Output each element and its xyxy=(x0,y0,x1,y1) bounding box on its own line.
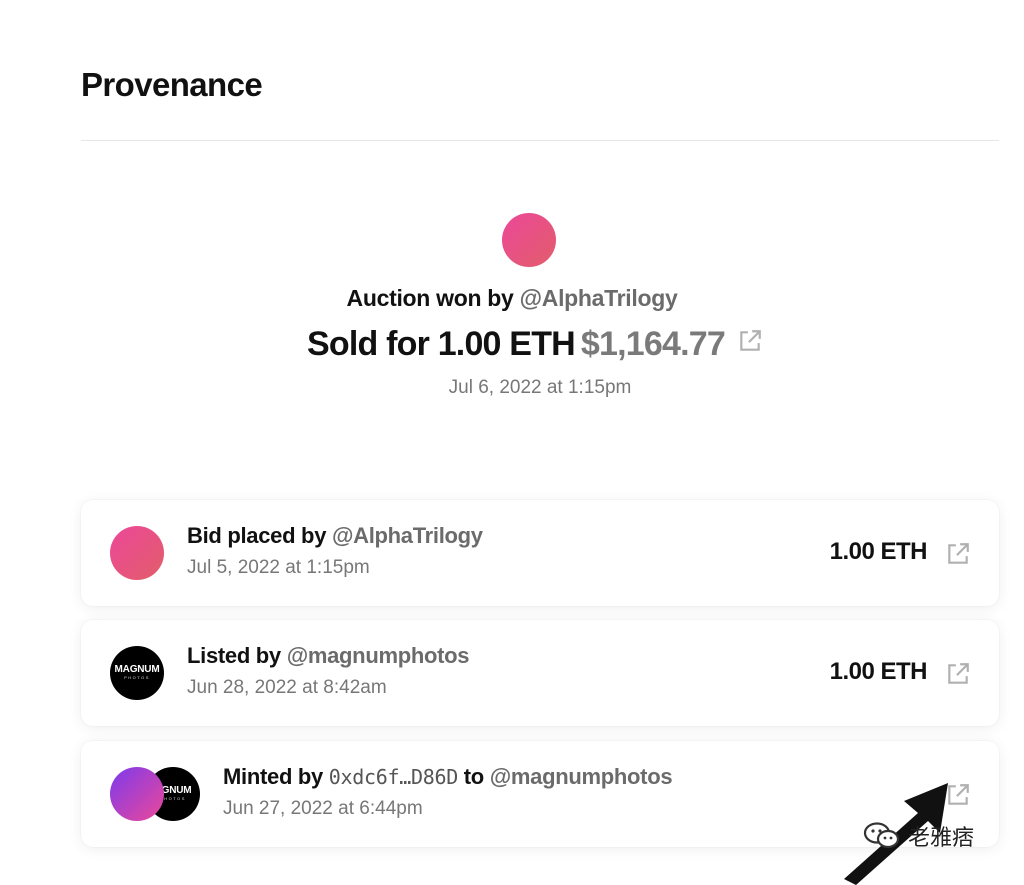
auction-winner-line: Auction won by @AlphaTrilogy xyxy=(0,285,1024,312)
external-link-icon[interactable] xyxy=(945,541,971,572)
sold-price-usd: $1,164.77 xyxy=(580,325,726,363)
event-title: Minted by 0xdc6f…D86D to @magnumphotos xyxy=(223,764,673,790)
winner-avatar[interactable] xyxy=(502,213,556,267)
sold-price-eth: Sold for 1.00 ETH xyxy=(307,325,576,363)
event-action: Listed by xyxy=(187,643,281,668)
watermark-text: 老雅痞 xyxy=(908,825,975,850)
sold-price-line: Sold for 1.00 ETH $1,164.77 xyxy=(0,325,1024,366)
magnum-avatar[interactable]: MAGNUM PHOTOS xyxy=(110,646,164,700)
event-date: Jun 27, 2022 at 6:44pm xyxy=(223,798,423,819)
avatar-logo-subtext: PHOTOS xyxy=(124,675,150,680)
minter-avatar[interactable] xyxy=(110,767,164,821)
winner-username-link[interactable]: @AlphaTrilogy xyxy=(520,285,678,311)
external-link-icon[interactable] xyxy=(737,324,763,363)
auction-won-label: Auction won by xyxy=(346,285,514,311)
bidder-avatar[interactable] xyxy=(110,526,164,580)
event-user-link[interactable]: @magnumphotos xyxy=(490,764,673,789)
section-divider xyxy=(81,140,999,141)
event-amount: 1.00 ETH xyxy=(829,538,928,565)
provenance-event-bid: Bid placed by @AlphaTrilogy Jul 5, 2022 … xyxy=(81,500,999,606)
provenance-heading: Provenance xyxy=(81,66,263,103)
event-amount: 1.00 ETH xyxy=(829,658,928,685)
event-date: Jul 5, 2022 at 1:15pm xyxy=(187,557,370,578)
external-link-icon[interactable] xyxy=(945,661,971,692)
event-title: Listed by @magnumphotos xyxy=(187,643,470,669)
watermark: 老雅痞 xyxy=(862,820,974,852)
event-action: Minted by xyxy=(223,764,323,789)
wechat-icon xyxy=(862,820,902,852)
event-date: Jun 28, 2022 at 8:42am xyxy=(187,677,387,698)
minter-address-link[interactable]: 0xdc6f…D86D xyxy=(329,765,458,789)
event-action: Bid placed by xyxy=(187,523,327,548)
avatar-logo-subtext: PHOTOS xyxy=(160,796,186,801)
event-to-label: to xyxy=(463,764,484,789)
event-title: Bid placed by @AlphaTrilogy xyxy=(187,523,483,549)
sold-date: Jul 6, 2022 at 1:15pm xyxy=(448,377,632,398)
avatar-logo-text: MAGNUM xyxy=(114,664,160,675)
event-user-link[interactable]: @AlphaTrilogy xyxy=(332,523,483,548)
event-user-link[interactable]: @magnumphotos xyxy=(287,643,470,668)
provenance-event-listed: MAGNUM PHOTOS Listed by @magnumphotos Ju… xyxy=(81,620,999,726)
